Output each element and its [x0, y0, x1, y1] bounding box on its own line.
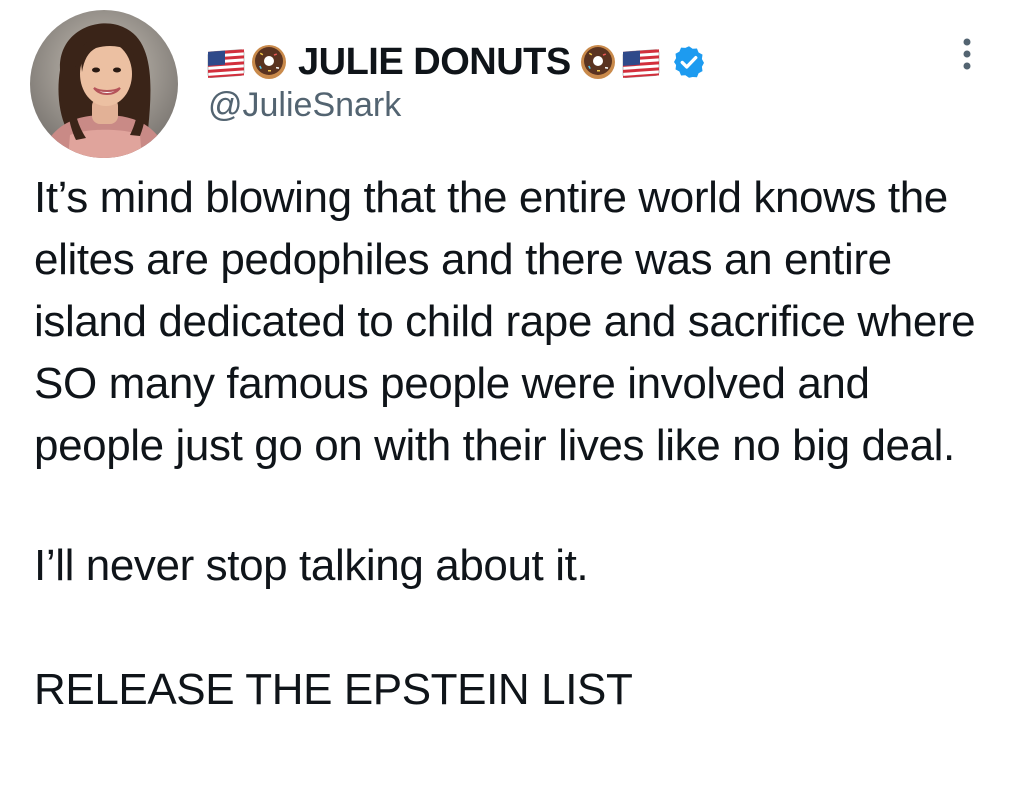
display-name-text: JULIE DONUTS [298, 40, 571, 83]
flag-us-icon [621, 46, 661, 78]
more-options-icon[interactable] [952, 34, 982, 74]
donut-icon [250, 43, 288, 81]
tweet-paragraph: I’ll never stop talking about it. [34, 541, 589, 590]
tweet-text: It’s mind blowing that the entire world … [34, 167, 1009, 721]
display-name[interactable]: JULIE DONUTS [206, 41, 707, 84]
tweet-card: JULIE DONUTS @JulieSnark It’s mind blowi… [0, 0, 1024, 806]
tweet-paragraph: It’s mind blowing that the entire world … [34, 173, 976, 470]
avatar[interactable] [30, 10, 178, 158]
avatar-image [30, 10, 178, 158]
verified-badge-icon[interactable] [671, 44, 707, 80]
flag-us-icon [206, 46, 246, 78]
user-handle[interactable]: @JulieSnark [208, 86, 401, 125]
donut-icon [579, 43, 617, 81]
tweet-paragraph: RELEASE THE EPSTEIN LIST [34, 665, 633, 714]
tweet-header: JULIE DONUTS [206, 38, 707, 86]
